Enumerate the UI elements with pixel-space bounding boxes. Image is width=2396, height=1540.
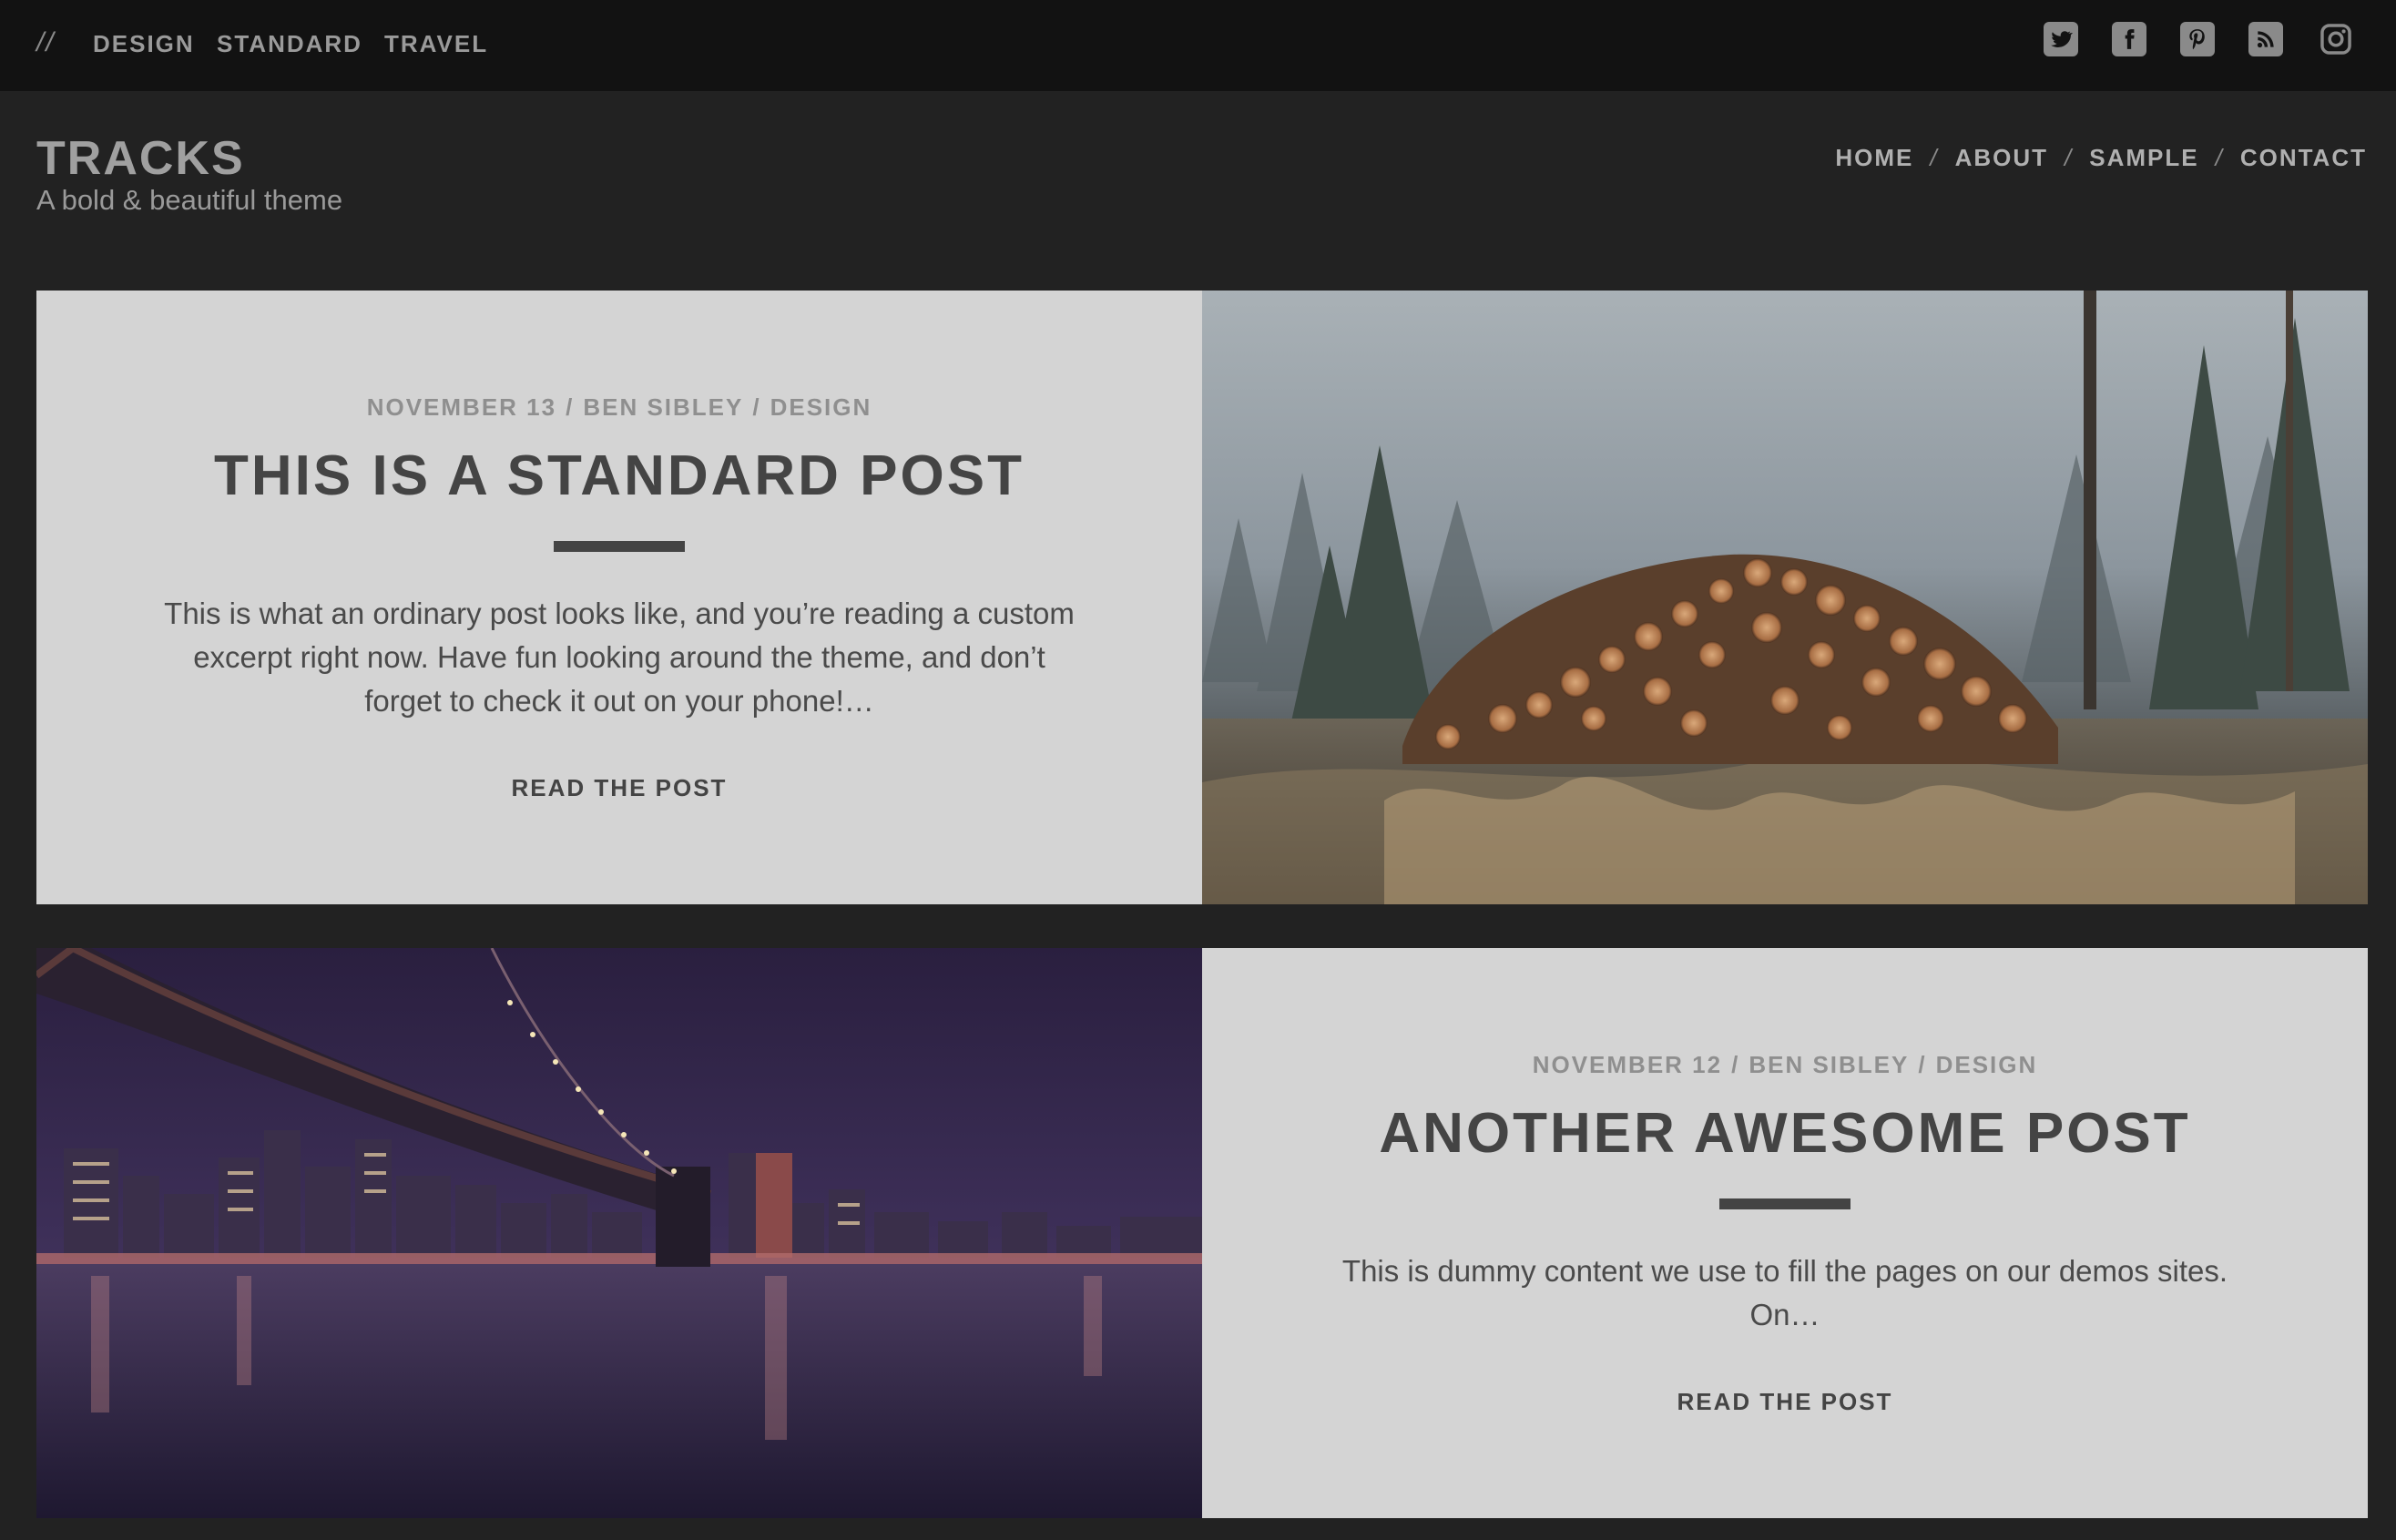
post-category[interactable]: DESIGN: [1936, 1051, 2038, 1078]
topbar-slashes: //: [36, 27, 56, 57]
post-excerpt: This is what an ordinary post looks like…: [164, 596, 1075, 718]
post-date[interactable]: NOVEMBER 13: [367, 393, 556, 421]
post-author[interactable]: BEN SIBLEY: [583, 393, 743, 421]
meta-separator: /: [1731, 1050, 1740, 1078]
nav-separator: /: [2065, 144, 2074, 171]
nav-home[interactable]: HOME: [1835, 144, 1913, 172]
category-link-design[interactable]: DESIGN: [93, 30, 195, 58]
post-meta: NOVEMBER 13 / BEN SIBLEY / DESIGN: [367, 393, 872, 422]
bridge-city-night-image: [36, 948, 1202, 1518]
read-post-link[interactable]: READ THE POST: [512, 774, 728, 802]
nav-about[interactable]: ABOUT: [1955, 144, 2048, 172]
post-category[interactable]: DESIGN: [770, 393, 872, 421]
post-author[interactable]: BEN SIBLEY: [1749, 1051, 1909, 1078]
post-text-panel: NOVEMBER 12 / BEN SIBLEY / DESIGN ANOTHER AW…: [1202, 948, 2368, 1518]
bridge-city-night-photo[interactable]: [36, 948, 1202, 1518]
forest-logpile-image: [1202, 291, 2368, 904]
main-nav: HOME / ABOUT / SAMPLE / CONTACT: [1835, 144, 2367, 172]
site-title[interactable]: TRACKS: [36, 131, 245, 186]
pinterest-icon[interactable]: [2180, 22, 2215, 56]
meta-separator: /: [752, 393, 761, 421]
post-text-panel: NOVEMBER 13 / BEN SIBLEY / DESIGN THIS IS A …: [36, 291, 1202, 904]
nav-sample[interactable]: SAMPLE: [2089, 144, 2198, 172]
post-card: NOVEMBER 12 / BEN SIBLEY / DESIGN ANOTHER AW…: [36, 948, 2368, 1518]
forest-logpile-photo[interactable]: [1202, 291, 2368, 904]
nav-separator: /: [1930, 144, 1939, 171]
post-excerpt: This is dummy content we use to fill the…: [1341, 1253, 2228, 1331]
post-date[interactable]: NOVEMBER 12: [1533, 1051, 1722, 1078]
category-link-standard[interactable]: STANDARD: [217, 30, 362, 58]
rss-icon[interactable]: [2248, 22, 2283, 56]
meta-separator: /: [1918, 1050, 1927, 1078]
twitter-icon[interactable]: [2044, 22, 2078, 56]
title-divider: [1719, 1198, 1851, 1209]
nav-separator: /: [2215, 144, 2224, 171]
category-link-travel[interactable]: TRAVEL: [384, 30, 488, 58]
top-bar: // DESIGN STANDARD TRAVEL: [0, 0, 2396, 91]
post-title[interactable]: ANOTHER AWESOME POST: [1379, 1101, 2190, 1166]
post-title[interactable]: THIS IS A STANDARD POST: [214, 444, 1025, 508]
site-tagline: A bold & beautiful theme: [36, 184, 343, 216]
post-card: NOVEMBER 13 / BEN SIBLEY / DESIGN THIS IS A …: [36, 291, 2368, 904]
post-meta: NOVEMBER 12 / BEN SIBLEY / DESIGN: [1533, 1051, 2038, 1079]
facebook-icon[interactable]: [2112, 22, 2146, 56]
title-divider: [554, 540, 685, 552]
meta-separator: /: [566, 393, 575, 421]
instagram-icon[interactable]: [2319, 22, 2353, 56]
nav-contact[interactable]: CONTACT: [2240, 144, 2367, 172]
read-post-link[interactable]: READ THE POST: [1677, 1388, 1893, 1416]
